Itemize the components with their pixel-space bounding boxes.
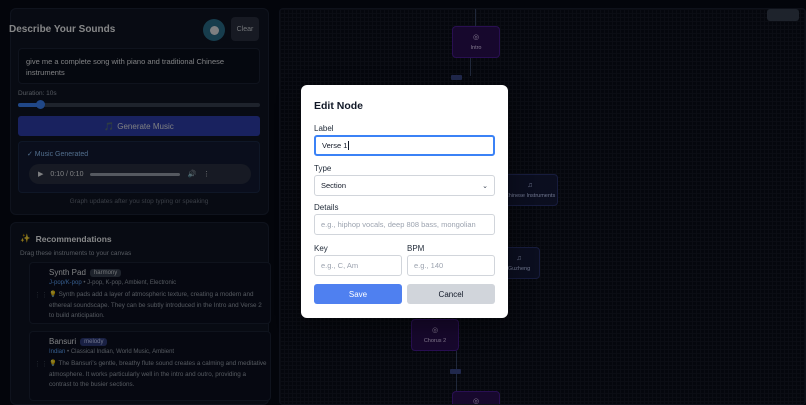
save-button[interactable]: Save — [314, 284, 402, 304]
key-placeholder: e.g., C, Am — [321, 261, 359, 270]
details-input[interactable]: e.g., hiphop vocals, deep 808 bass, mong… — [314, 214, 495, 235]
label-input-value: Verse 1 — [322, 141, 348, 150]
cancel-button[interactable]: Cancel — [407, 284, 495, 304]
key-input[interactable]: e.g., C, Am — [314, 255, 402, 276]
type-field-label: Type — [314, 164, 332, 173]
details-placeholder: e.g., hiphop vocals, deep 808 bass, mong… — [321, 220, 476, 229]
bpm-field-label: BPM — [407, 244, 425, 253]
bpm-input[interactable]: e.g., 140 — [407, 255, 495, 276]
label-input[interactable]: Verse 1 — [314, 135, 495, 156]
type-select[interactable]: Section ⌄ — [314, 175, 495, 196]
text-caret — [348, 141, 350, 150]
chevron-down-icon: ⌄ — [482, 182, 488, 190]
modal-title: Edit Node — [314, 100, 363, 112]
bpm-placeholder: e.g., 140 — [414, 261, 444, 270]
type-select-value: Section — [321, 181, 347, 190]
key-field-label: Key — [314, 244, 328, 253]
details-field-label: Details — [314, 203, 339, 212]
edit-node-modal: Edit Node Label Verse 1 Type Section ⌄ D… — [301, 85, 508, 318]
label-field-label: Label — [314, 124, 334, 133]
